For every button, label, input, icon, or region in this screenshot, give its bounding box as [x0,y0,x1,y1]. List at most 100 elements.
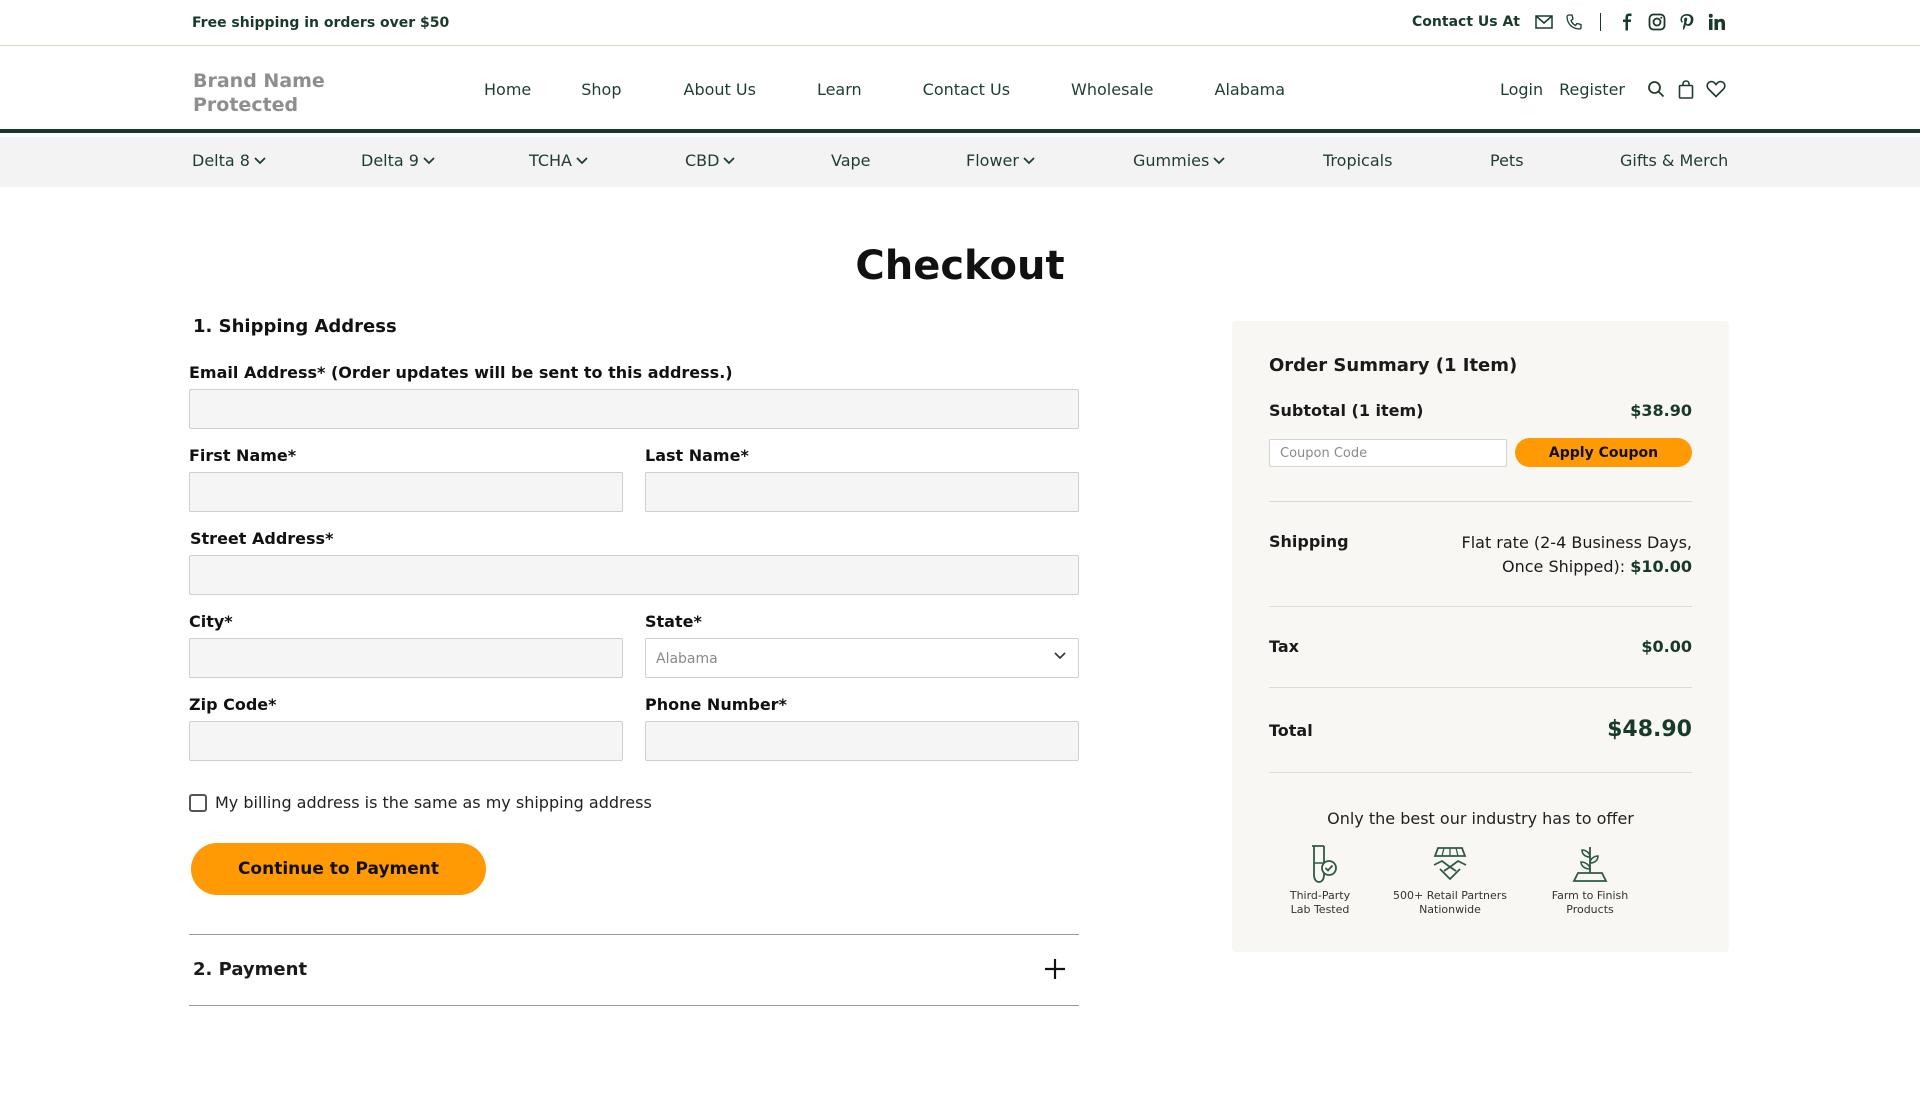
coupon-placeholder: Coupon Code [1280,446,1368,461]
phone-icon[interactable] [1564,12,1584,32]
instagram-icon[interactable] [1647,12,1667,32]
subtotal-label: Subtotal (1 item) [1269,401,1424,420]
total-label: Total [1269,721,1313,740]
chevron-down-icon [423,156,435,164]
badge-farm-to-finish: Farm to Finish Products [1525,843,1655,917]
category-tcha[interactable]: TCHA [529,151,588,170]
nav-contact-us[interactable]: Contact Us [923,80,1010,99]
state-label: State* [645,612,702,631]
subtotal-value: $38.90 [1630,401,1692,420]
pinterest-icon[interactable] [1677,12,1697,32]
email-label: Email Address* (Order updates will be se… [189,363,733,382]
chevron-down-icon [254,156,266,164]
contact-links: Contact Us At [1412,12,1727,32]
heart-icon[interactable] [1705,78,1727,100]
main-nav: Home Shop About Us Learn Contact Us Whol… [484,80,1285,99]
badge-line-1: 500+ Retail Partners [1393,889,1507,902]
street-address-label: Street Address* [190,529,334,548]
brand-line-1: Brand Name [193,70,325,92]
facebook-icon[interactable] [1617,12,1637,32]
free-shipping-promo: Free shipping in orders over $50 [192,15,450,31]
nav-shop[interactable]: Shop [581,80,621,99]
brand-line-2: Protected [193,94,299,116]
state-select[interactable]: Alabama [645,638,1079,678]
badge-line-1: Farm to Finish [1551,889,1629,902]
badge-retail-partners: 500+ Retail Partners Nationwide [1385,843,1515,917]
handshake-icon [1433,847,1467,881]
category-vape[interactable]: Vape [831,151,871,170]
shipping-label: Shipping [1269,532,1349,551]
payment-section[interactable]: 2. Payment [189,934,1079,1006]
apply-coupon-button[interactable]: Apply Coupon [1515,438,1692,467]
street-address-field[interactable] [189,555,1079,595]
main-header: Brand Name Protected Home Shop About Us … [0,47,1920,133]
category-tropicals[interactable]: Tropicals [1323,151,1392,170]
chevron-down-icon [576,156,588,164]
linkedin-icon[interactable] [1707,12,1727,32]
category-gifts-merch[interactable]: Gifts & Merch [1620,151,1728,170]
category-delta-8[interactable]: Delta 8 [192,151,266,170]
top-bar: Free shipping in orders over $50 Contact… [0,0,1920,46]
billing-same-label[interactable]: My billing address is the same as my shi… [215,793,652,812]
phone-number-field[interactable] [645,721,1079,761]
chevron-down-icon [723,156,736,164]
register-link[interactable]: Register [1559,80,1625,99]
search-icon[interactable] [1645,78,1667,100]
category-label: Tropicals [1323,151,1393,170]
mail-icon[interactable] [1534,12,1554,32]
first-name-field[interactable] [189,472,623,512]
zip-code-field[interactable] [189,721,623,761]
zip-code-label: Zip Code* [189,695,277,714]
category-pets[interactable]: Pets [1490,151,1524,170]
divider [1269,501,1692,502]
plus-icon[interactable] [1043,957,1067,981]
order-summary-title: Order Summary (1 Item) [1269,355,1518,376]
shipping-method-line-2: Once Shipped): $10.00 [1461,555,1692,579]
divider [1269,606,1692,607]
nav-about-us[interactable]: About Us [684,80,756,99]
coupon-code-input[interactable]: Coupon Code [1269,439,1507,467]
continue-to-payment-button[interactable]: Continue to Payment [191,843,486,895]
test-tube-icon [1312,845,1337,883]
badge-line-2: Products [1566,903,1614,916]
state-selected-value: Alabama [656,651,718,667]
category-label: CBD [685,151,720,170]
divider [1269,687,1692,688]
billing-same-checkbox[interactable] [189,793,207,812]
city-field[interactable] [189,638,623,678]
category-label: Delta 9 [361,151,419,170]
chevron-down-icon [1213,156,1225,164]
tax-value: $0.00 [1641,637,1692,656]
category-cbd[interactable]: CBD [685,151,736,170]
payment-section-title: 2. Payment [193,959,308,980]
nav-wholesale[interactable]: Wholesale [1071,80,1153,99]
nav-learn[interactable]: Learn [817,80,862,99]
nav-alabama[interactable]: Alabama [1215,80,1286,99]
category-label: Delta 8 [192,151,250,170]
category-flower[interactable]: Flower [966,151,1035,170]
nav-home[interactable]: Home [484,80,531,99]
login-link[interactable]: Login [1500,80,1543,99]
chevron-down-icon [1023,156,1035,164]
billing-same-row: My billing address is the same as my shi… [189,793,652,812]
badge-line-2: Lab Tested [1290,903,1350,916]
contact-label: Contact Us At [1412,14,1520,30]
category-label: Gifts & Merch [1620,151,1729,170]
total-value: $48.90 [1607,717,1692,742]
email-field[interactable] [189,389,1079,429]
brand-logo[interactable]: Brand Name Protected [193,69,325,117]
order-summary: Order Summary (1 Item) Subtotal (1 item)… [1232,321,1729,952]
bag-icon[interactable] [1675,78,1697,100]
category-label: Vape [831,151,871,170]
city-label: City* [189,612,233,631]
divider [1600,13,1601,31]
category-nav: Delta 8 Delta 9 TCHA CBD Vape Flower Gum… [0,137,1920,187]
phone-number-label: Phone Number* [645,695,787,714]
category-gummies[interactable]: Gummies [1133,151,1225,170]
category-delta-9[interactable]: Delta 9 [361,151,435,170]
divider [1269,772,1692,773]
chevron-down-icon [1054,652,1066,660]
last-name-field[interactable] [645,472,1079,512]
header-icons [1645,78,1727,100]
shipping-method-line-1: Flat rate (2-4 Business Days, [1461,533,1692,552]
